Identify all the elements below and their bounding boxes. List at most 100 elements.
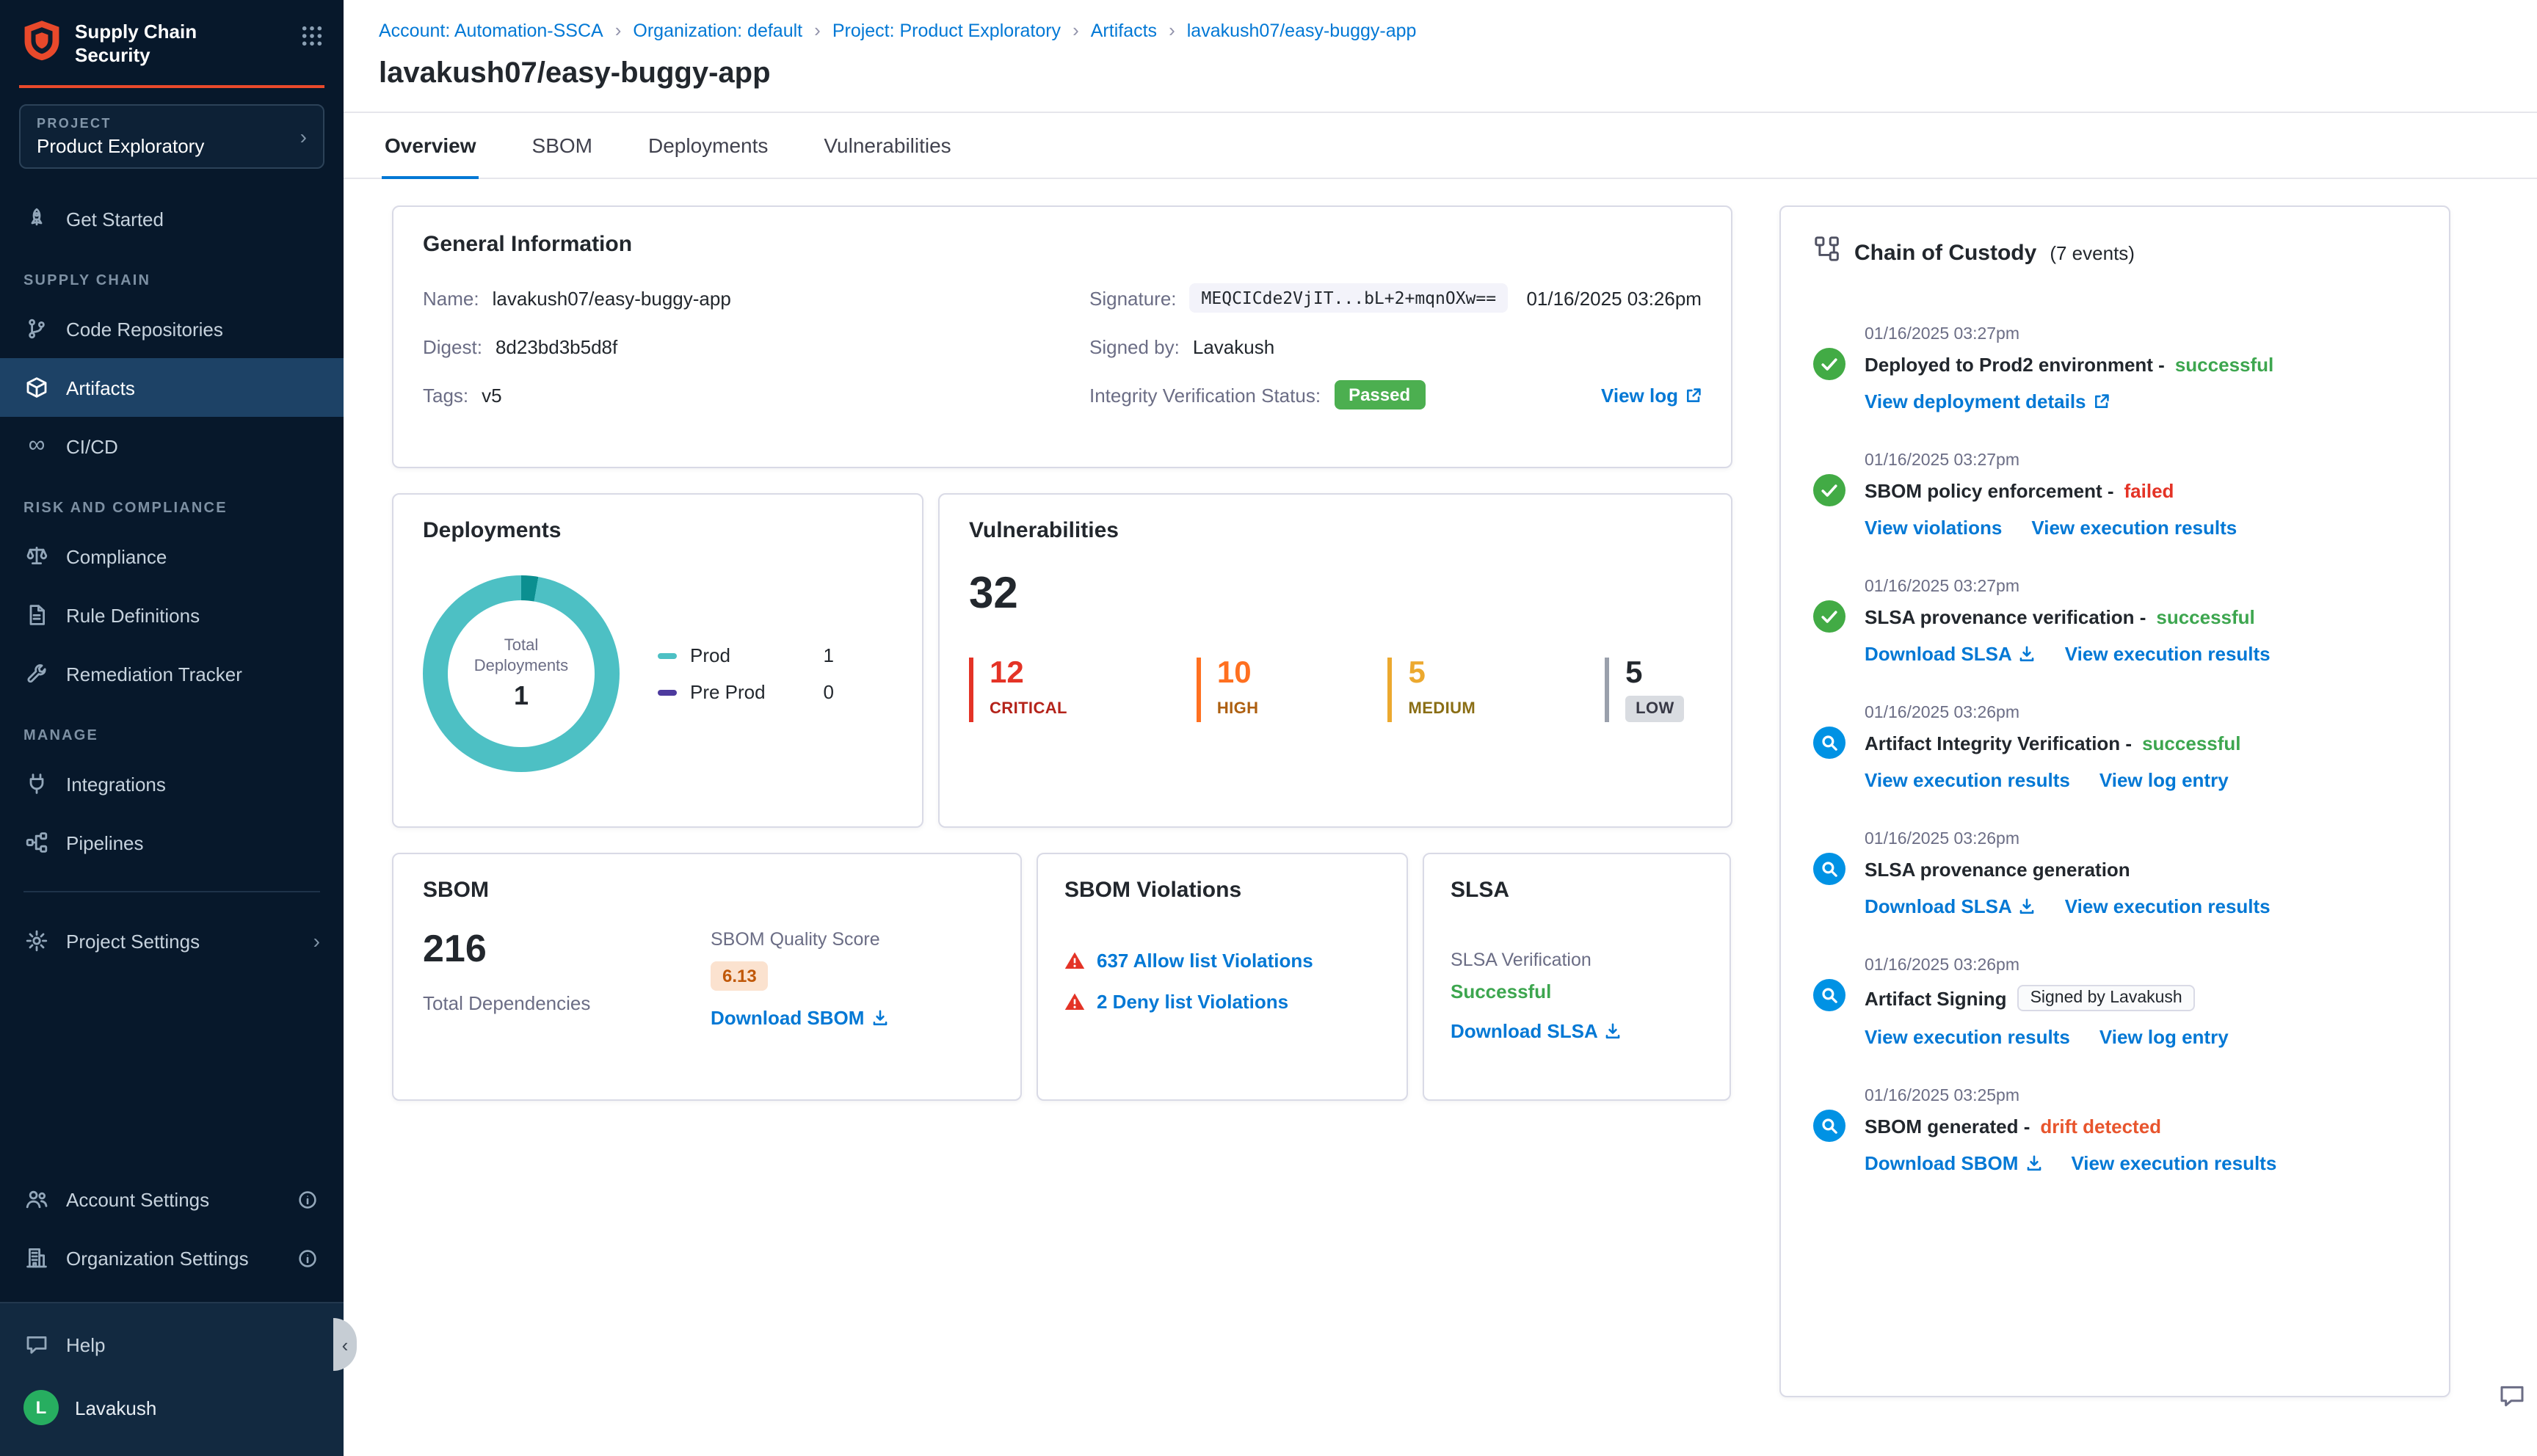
sidebar-item-help[interactable]: Help <box>0 1315 344 1374</box>
sidebar-item-cicd[interactable]: ∞ CI/CD <box>0 417 344 476</box>
pipeline-step-icon-green <box>1813 474 1845 506</box>
donut-legend: Prod 1 Pre Prod 0 <box>658 630 834 718</box>
view-deployment-details-link[interactable]: View deployment details <box>1865 390 2110 412</box>
severity-high: 10 HIGH <box>1196 658 1259 722</box>
deny-list-violations-link[interactable]: 2 Deny list Violations <box>1097 991 1288 1013</box>
view-log-entry-link[interactable]: View log entry <box>2099 769 2229 791</box>
download-slsa-link[interactable]: Download SLSA <box>1865 895 2036 917</box>
sbom-quality-score-badge: 6.13 <box>711 961 769 991</box>
view-log-link[interactable]: View log <box>1601 384 1702 406</box>
coc-event-integrity-verification: 01/16/2025 03:26pm Artifact Integrity Ve… <box>1813 705 2417 791</box>
download-slsa-link[interactable]: Download SLSA <box>1865 643 2036 665</box>
download-slsa-link[interactable]: Download SLSA <box>1451 1020 1622 1042</box>
legend-item-preprod: Pre Prod 0 <box>658 681 834 703</box>
digest-value: 8d23bd3b5d8f <box>495 335 618 357</box>
chain-of-custody-icon <box>1813 235 1841 270</box>
main-area: Account: Automation-SSCA › Organization:… <box>344 0 2537 1456</box>
tab-deployments[interactable]: Deployments <box>645 113 771 179</box>
tab-overview[interactable]: Overview <box>382 113 479 179</box>
project-label: PROJECT <box>37 116 112 131</box>
view-log-entry-link[interactable]: View log entry <box>2099 1026 2229 1048</box>
module-grid-icon[interactable] <box>301 19 323 54</box>
view-execution-results-link[interactable]: View execution results <box>1865 1026 2070 1048</box>
info-icon <box>294 1190 320 1209</box>
app-root: Supply Chain Security PROJECT Product Ex… <box>0 0 2537 1456</box>
signed-by-value: Lavakush <box>1192 335 1275 357</box>
package-icon <box>23 376 50 399</box>
sidebar-item-compliance[interactable]: Compliance <box>0 527 344 586</box>
download-sbom-link[interactable]: Download SBOM <box>711 1007 888 1029</box>
tab-sbom[interactable]: SBOM <box>529 113 595 179</box>
breadcrumb-organization[interactable]: Organization: default <box>633 20 802 40</box>
donut-center-label: Total Deployments <box>473 636 569 675</box>
event-timestamp: 01/16/2025 03:26pm <box>1865 705 2020 722</box>
event-timestamp: 01/16/2025 03:27pm <box>1865 326 2020 343</box>
project-selector[interactable]: PROJECT Product Exploratory › <box>19 104 324 169</box>
view-execution-results-link[interactable]: View execution results <box>2031 517 2237 539</box>
sidebar-item-organization-settings[interactable]: Organization Settings <box>0 1228 344 1287</box>
download-icon <box>2025 1155 2041 1171</box>
view-execution-results-link[interactable]: View execution results <box>2065 895 2271 917</box>
sidebar-item-project-settings[interactable]: Project Settings › <box>0 911 344 970</box>
sbom-total-label: Total Dependencies <box>423 992 591 1014</box>
event-timestamp: 01/16/2025 03:27pm <box>1865 452 2020 470</box>
view-execution-results-link[interactable]: View execution results <box>1865 769 2070 791</box>
sidebar-item-remediation-tracker[interactable]: Remediation Tracker <box>0 644 344 703</box>
chevron-separator: › <box>614 19 622 41</box>
event-title: Artifact Integrity Verification - succes… <box>1865 732 2241 754</box>
user-menu[interactable]: L Lavakush <box>0 1374 344 1441</box>
allow-list-violations-link[interactable]: 637 Allow list Violations <box>1097 950 1313 972</box>
right-column: Chain of Custody (7 events) 01/16/2025 0… <box>1779 205 2450 1456</box>
sidebar-item-integrations[interactable]: Integrations <box>0 754 344 813</box>
sidebar-item-get-started[interactable]: Get Started <box>0 189 344 248</box>
general-information-card: General Information Name: lavakush07/eas… <box>392 205 1732 468</box>
tags-value: v5 <box>482 384 502 406</box>
breadcrumb-account[interactable]: Account: Automation-SSCA <box>379 20 603 40</box>
integrity-status-label: Integrity Verification Status: <box>1089 384 1321 406</box>
sidebar-item-code-repositories[interactable]: Code Repositories <box>0 299 344 358</box>
sidebar-nav: Get Started SUPPLY CHAIN Code Repositori… <box>0 189 344 1456</box>
left-column: General Information Name: lavakush07/eas… <box>392 205 1732 1456</box>
event-title: SBOM generated - drift detected <box>1865 1115 2162 1138</box>
chat-icon <box>23 1333 50 1356</box>
sidebar-item-rule-definitions[interactable]: Rule Definitions <box>0 586 344 644</box>
vulnerabilities-card: Vulnerabilities 32 12 CRITICAL 10 HIGH 5… <box>938 493 1732 828</box>
section-manage: MANAGE <box>23 728 99 744</box>
sidebar-item-account-settings[interactable]: Account Settings <box>0 1170 344 1228</box>
chevron-separator: › <box>1072 19 1079 41</box>
resource-center-chat-icon[interactable] <box>2497 1381 2527 1418</box>
download-sbom-link[interactable]: Download SBOM <box>1865 1152 2041 1174</box>
sbom-total: 216 <box>423 926 487 970</box>
view-execution-results-link[interactable]: View execution results <box>2065 643 2271 665</box>
coc-event-artifact-signing: 01/16/2025 03:26pm Artifact Signing Sign… <box>1813 957 2417 1048</box>
card-title: SBOM Violations <box>1064 878 1242 903</box>
scales-icon <box>23 545 50 568</box>
breadcrumb-artifacts[interactable]: Artifacts <box>1091 20 1157 40</box>
slsa-status: Successful <box>1451 980 1552 1002</box>
view-execution-results-link[interactable]: View execution results <box>2071 1152 2276 1174</box>
scan-step-icon-blue <box>1813 853 1845 885</box>
slsa-verification-label: SLSA Verification <box>1451 950 1591 970</box>
warning-icon <box>1064 992 1085 1011</box>
sidebar-item-pipelines[interactable]: Pipelines <box>0 813 344 872</box>
pipeline-step-icon-green <box>1813 348 1845 380</box>
card-title: SBOM <box>423 878 489 903</box>
view-violations-link[interactable]: View violations <box>1865 517 2002 539</box>
event-status: successful <box>2156 606 2255 628</box>
breadcrumb-current[interactable]: lavakush07/easy-buggy-app <box>1187 20 1417 40</box>
severity-low: 5 LOW <box>1605 658 1685 722</box>
breadcrumb-project[interactable]: Project: Product Exploratory <box>832 20 1061 40</box>
page-header: Account: Automation-SSCA › Organization:… <box>344 0 2537 113</box>
external-link-icon <box>2094 393 2110 410</box>
event-title: Deployed to Prod2 environment - successf… <box>1865 354 2274 376</box>
sbom-card: SBOM 216 Total Dependencies SBOM Quality… <box>392 853 1022 1101</box>
name-label: Name: <box>423 287 479 309</box>
sbom-violations-card: SBOM Violations 637 Allow list Violation… <box>1037 853 1408 1101</box>
sidebar-item-artifacts[interactable]: Artifacts <box>0 358 344 417</box>
pipeline-step-icon-green <box>1813 600 1845 633</box>
severity-breakdown: 12 CRITICAL 10 HIGH 5 MEDIUM 5 LOW <box>969 658 1702 722</box>
avatar: L <box>23 1390 59 1425</box>
sidebar: Supply Chain Security PROJECT Product Ex… <box>0 0 344 1456</box>
tab-vulnerabilities[interactable]: Vulnerabilities <box>821 113 954 179</box>
legend-swatch <box>658 652 677 658</box>
